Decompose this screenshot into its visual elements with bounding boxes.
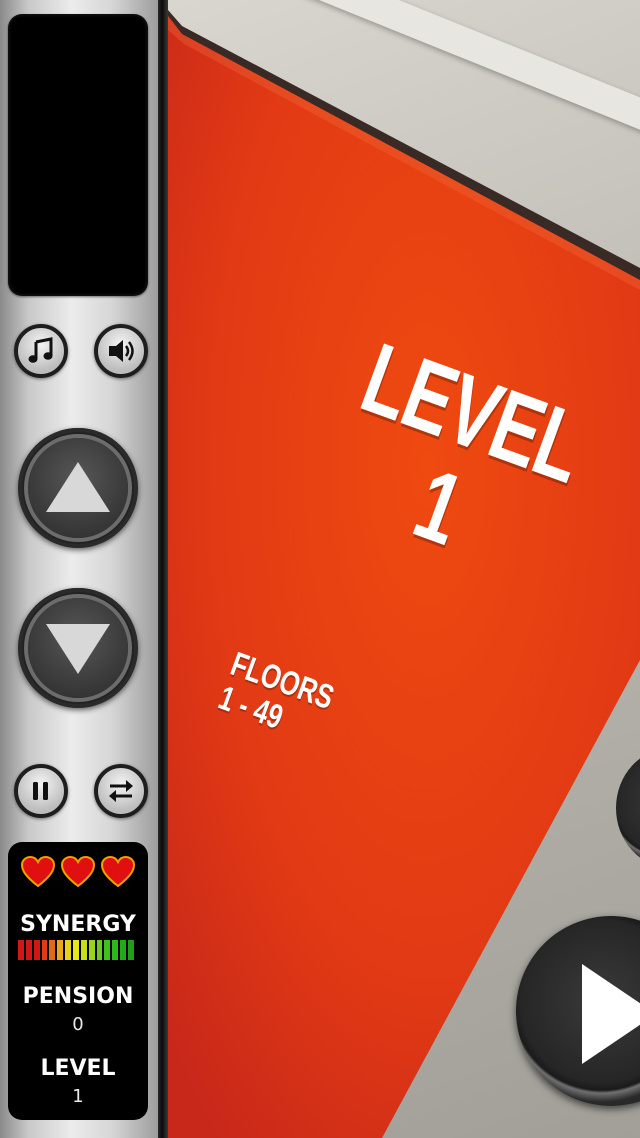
play-button[interactable]: [516, 916, 640, 1106]
lives-display: [8, 856, 148, 892]
pension-value: 0: [72, 1014, 84, 1035]
pause-button[interactable]: [14, 764, 68, 818]
panel-divider: [158, 0, 168, 1138]
level-label: LEVEL: [40, 1056, 116, 1081]
music-toggle-button[interactable]: [14, 324, 68, 378]
synergy-segment: [88, 940, 95, 960]
down-arrow-icon: [46, 624, 110, 674]
synergy-meter: [18, 940, 134, 960]
synergy-segment: [73, 940, 79, 960]
pension-label: PENSION: [22, 984, 134, 1009]
sound-toggle-button[interactable]: [94, 324, 148, 378]
swap-button[interactable]: [94, 764, 148, 818]
synergy-segment: [25, 940, 32, 960]
pause-icon: [33, 782, 48, 800]
heart-icon: [101, 856, 135, 888]
heart-icon: [61, 856, 95, 888]
synergy-segment: [80, 940, 87, 960]
down-button[interactable]: [18, 588, 138, 708]
display-screen: [8, 14, 148, 296]
synergy-segment: [41, 940, 48, 960]
heart-icon: [21, 856, 55, 888]
synergy-segment: [128, 940, 134, 960]
synergy-segment: [96, 940, 103, 960]
synergy-segment: [33, 940, 40, 960]
play-icon: [582, 964, 640, 1064]
synergy-segment: [65, 940, 72, 960]
synergy-segment: [104, 940, 111, 960]
up-button[interactable]: [18, 428, 138, 548]
synergy-segment: [49, 940, 56, 960]
synergy-segment: [112, 940, 119, 960]
speaker-icon: [109, 340, 134, 362]
up-arrow-icon: [46, 462, 110, 512]
synergy-label: SYNERGY: [20, 912, 136, 937]
synergy-segment: [57, 940, 64, 960]
music-note-icon: [28, 337, 53, 363]
synergy-segment: [120, 940, 127, 960]
synergy-segment: [18, 940, 24, 960]
game-screen: LEVEL 1 FLOORS 1 - 49 SYNERGY PENSION 0 …: [0, 0, 640, 1138]
level-value: 1: [72, 1086, 84, 1107]
swap-arrows-icon: [109, 780, 133, 802]
